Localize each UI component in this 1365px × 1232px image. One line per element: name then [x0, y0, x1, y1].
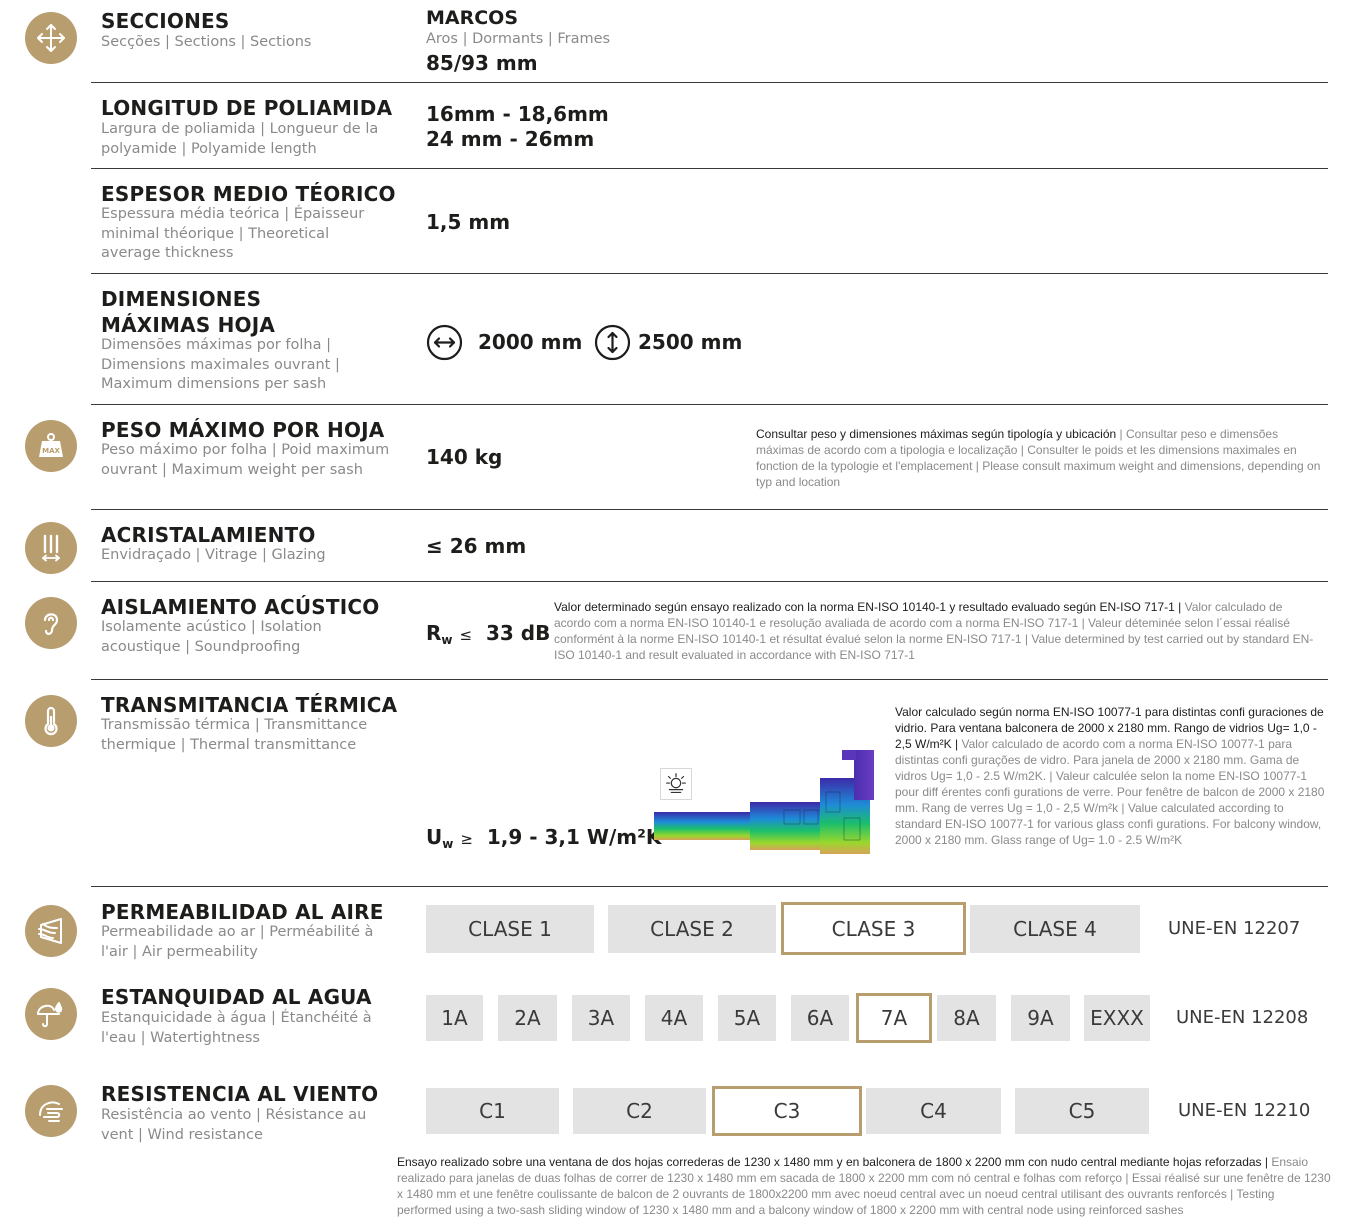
acoustic-title: AISLAMIENTO ACÚSTICO — [101, 595, 380, 619]
acoustic-note: Valor determinado según ensayo realizado… — [554, 600, 1314, 662]
water-class-box: 8A — [937, 995, 996, 1041]
divider — [91, 679, 1328, 680]
water-subtitle: Estanquicidade à água | Étanchéité à l'e… — [101, 1010, 372, 1046]
dimensions-title-1: DIMENSIONES — [101, 287, 262, 311]
wind-class-box: C2 — [573, 1088, 706, 1134]
wind-standard: UNE-EN 12210 — [1178, 1100, 1311, 1121]
divider — [91, 168, 1328, 169]
water-class-box: 1A — [426, 995, 483, 1041]
footer-note: Ensayo realizado sobre una ventana de do… — [397, 1155, 1331, 1217]
wind-subtitle: Resistência ao vento | Résistance au ven… — [101, 1107, 367, 1143]
thickness-subtitle: Espessura média teórica | Épaisseur mini… — [101, 206, 365, 261]
width-value: 2000 mm — [478, 330, 583, 354]
air-class-box-selected: CLASE 3 — [781, 902, 966, 955]
glazing-title: ACRISTALAMIENTO — [101, 523, 316, 547]
dimensions-subtitle: Dimensões máximas por folha | Dimensions… — [101, 337, 340, 392]
height-icon — [594, 324, 631, 361]
water-class-box: 2A — [498, 995, 557, 1041]
weight-max-icon: MAX — [25, 420, 77, 472]
water-class-box: 6A — [791, 995, 849, 1041]
frames-subtitle: Aros | Dormants | Frames — [426, 31, 611, 47]
divider — [91, 82, 1328, 83]
thermometer-icon — [25, 695, 77, 747]
glazing-value: ≤ 26 mm — [426, 534, 527, 558]
glazing-subtitle: Envidraçado | Vitrage | Glazing — [101, 547, 326, 563]
wind-class-box-selected: C3 — [712, 1086, 862, 1136]
weight-value: 140 kg — [426, 445, 503, 469]
air-class-box: CLASE 2 — [608, 905, 776, 953]
water-umbrella-icon — [25, 988, 77, 1040]
thickness-value: 1,5 mm — [426, 210, 511, 234]
height-value: 2500 mm — [638, 330, 743, 354]
frames-value: 85/93 mm — [426, 51, 538, 75]
ear-icon — [25, 597, 77, 649]
wind-class-box: C4 — [866, 1088, 1001, 1134]
water-class-box-selected: 7A — [856, 993, 932, 1043]
sections-title: SECCIONES — [101, 9, 230, 33]
sections-subtitle: Secções | Sections | Sections — [101, 34, 312, 50]
air-class-box: CLASE 1 — [426, 905, 594, 953]
thermal-title: TRANSMITANCIA TÉRMICA — [101, 693, 398, 717]
thermal-note: Valor calculado según norma EN-ISO 10077… — [895, 705, 1325, 847]
move-arrows-icon — [25, 12, 77, 64]
width-icon — [426, 324, 463, 361]
water-standard: UNE-EN 12208 — [1176, 1007, 1309, 1028]
air-standard: UNE-EN 12207 — [1168, 918, 1301, 939]
water-title: ESTANQUIDAD AL AGUA — [101, 985, 372, 1009]
wind-class-box: C1 — [426, 1088, 559, 1134]
polyamide-value-1: 16mm - 18,6mm — [426, 102, 609, 126]
polyamide-subtitle: Largura de poliamida | Longueur de la po… — [101, 121, 379, 157]
wind-class-box: C5 — [1015, 1088, 1149, 1134]
air-subtitle: Permeabilidade ao ar | Perméabilité à l'… — [101, 924, 374, 960]
divider — [91, 404, 1328, 405]
wind-hand-icon — [25, 1085, 77, 1137]
thermal-subtitle: Transmissão térmica | Transmittance ther… — [101, 717, 368, 753]
water-class-box: 9A — [1011, 995, 1070, 1041]
polyamide-value-2: 24 mm - 26mm — [426, 127, 595, 151]
thermal-value: Uw ≥ 1,9 - 3,1 W/m²K — [426, 825, 662, 851]
air-class-box: CLASE 4 — [970, 905, 1140, 953]
wind-title: RESISTENCIA AL VIENTO — [101, 1082, 379, 1106]
acoustic-value: Rw ≤ 33 dB — [426, 621, 551, 647]
weight-subtitle: Peso máximo por folha | Poid maximum ouv… — [101, 442, 390, 478]
divider — [91, 273, 1328, 274]
divider — [91, 581, 1328, 582]
weight-title: PESO MÁXIMO POR HOJA — [101, 418, 385, 442]
divider — [91, 509, 1328, 510]
water-class-box: EXXX — [1084, 995, 1150, 1041]
svg-text:MAX: MAX — [42, 447, 60, 455]
acoustic-subtitle: Isolamente acústico | Isolation acoustiq… — [101, 619, 322, 655]
air-flow-icon — [25, 905, 77, 957]
divider — [91, 886, 1328, 887]
water-class-box: 4A — [645, 995, 703, 1041]
glazing-icon — [25, 522, 77, 574]
thermal-profile-image — [654, 748, 879, 858]
water-class-box: 3A — [572, 995, 630, 1041]
thickness-title: ESPESOR MEDIO TÉORICO — [101, 182, 396, 206]
air-title: PERMEABILIDAD AL AIRE — [101, 900, 384, 924]
frames-title: MARCOS — [426, 7, 519, 29]
polyamide-title: LONGITUD DE POLIAMIDA — [101, 96, 393, 120]
weight-note: Consultar peso y dimensiones máximas seg… — [756, 427, 1321, 489]
water-class-box: 5A — [718, 995, 776, 1041]
dimensions-title-2: MÁXIMAS HOJA — [101, 313, 276, 337]
